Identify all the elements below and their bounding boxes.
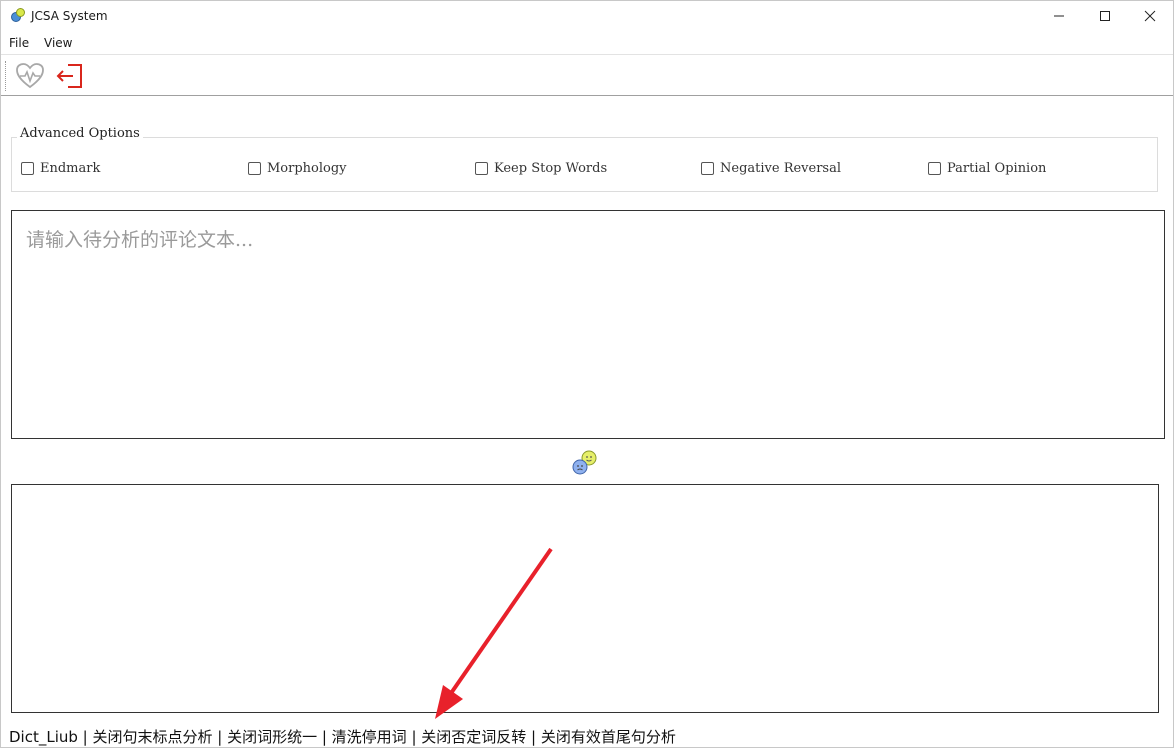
title-bar: JCSA System bbox=[1, 1, 1173, 32]
partial-opinion-checkbox[interactable] bbox=[928, 162, 941, 175]
review-input-placeholder: 请输入待分析的评论文本... bbox=[26, 229, 254, 251]
option-morphology[interactable]: Morphology bbox=[248, 161, 347, 176]
status-text: Dict_Liub | 关闭句末标点分析 | 关闭词形统一 | 清洗停用词 | … bbox=[9, 728, 676, 746]
keep-stop-words-checkbox[interactable] bbox=[475, 162, 488, 175]
option-partial-opinion[interactable]: Partial Opinion bbox=[928, 161, 1046, 176]
option-label: Negative Reversal bbox=[720, 161, 842, 176]
menu-file[interactable]: File bbox=[9, 36, 29, 50]
close-icon bbox=[1144, 10, 1156, 22]
heart-pulse-icon bbox=[16, 63, 44, 89]
option-label: Partial Opinion bbox=[947, 161, 1047, 176]
review-input[interactable]: 请输入待分析的评论文本... bbox=[11, 210, 1165, 439]
exit-button[interactable] bbox=[53, 61, 85, 91]
option-endmark[interactable]: Endmark bbox=[21, 161, 100, 176]
option-label: Keep Stop Words bbox=[494, 161, 608, 176]
sentiment-faces-icon[interactable] bbox=[571, 448, 599, 476]
endmark-checkbox[interactable] bbox=[21, 162, 34, 175]
maximize-button[interactable] bbox=[1082, 1, 1128, 31]
toolbar-grip[interactable] bbox=[5, 61, 8, 91]
option-label: Endmark bbox=[40, 161, 101, 176]
app-window: JCSA System File View Advanced Options E… bbox=[0, 0, 1174, 748]
morphology-checkbox[interactable] bbox=[248, 162, 261, 175]
option-negative-reversal[interactable]: Negative Reversal bbox=[701, 161, 841, 176]
red-annotation-arrow bbox=[435, 547, 553, 719]
app-logo-icon bbox=[11, 8, 25, 22]
option-label: Morphology bbox=[267, 161, 347, 176]
minimize-icon bbox=[1054, 15, 1064, 17]
menu-view[interactable]: View bbox=[44, 36, 72, 50]
minimize-button[interactable] bbox=[1036, 1, 1082, 31]
toolbar bbox=[1, 54, 1173, 96]
negative-reversal-checkbox[interactable] bbox=[701, 162, 714, 175]
maximize-icon bbox=[1100, 11, 1110, 21]
advanced-options-legend: Advanced Options bbox=[17, 126, 143, 141]
window-title: JCSA System bbox=[31, 9, 108, 23]
exit-icon bbox=[56, 64, 82, 88]
health-check-button[interactable] bbox=[14, 61, 46, 91]
option-keep-stop-words[interactable]: Keep Stop Words bbox=[475, 161, 607, 176]
menu-bar: File View bbox=[1, 32, 1173, 54]
result-output[interactable] bbox=[11, 484, 1159, 713]
close-button[interactable] bbox=[1127, 1, 1173, 31]
